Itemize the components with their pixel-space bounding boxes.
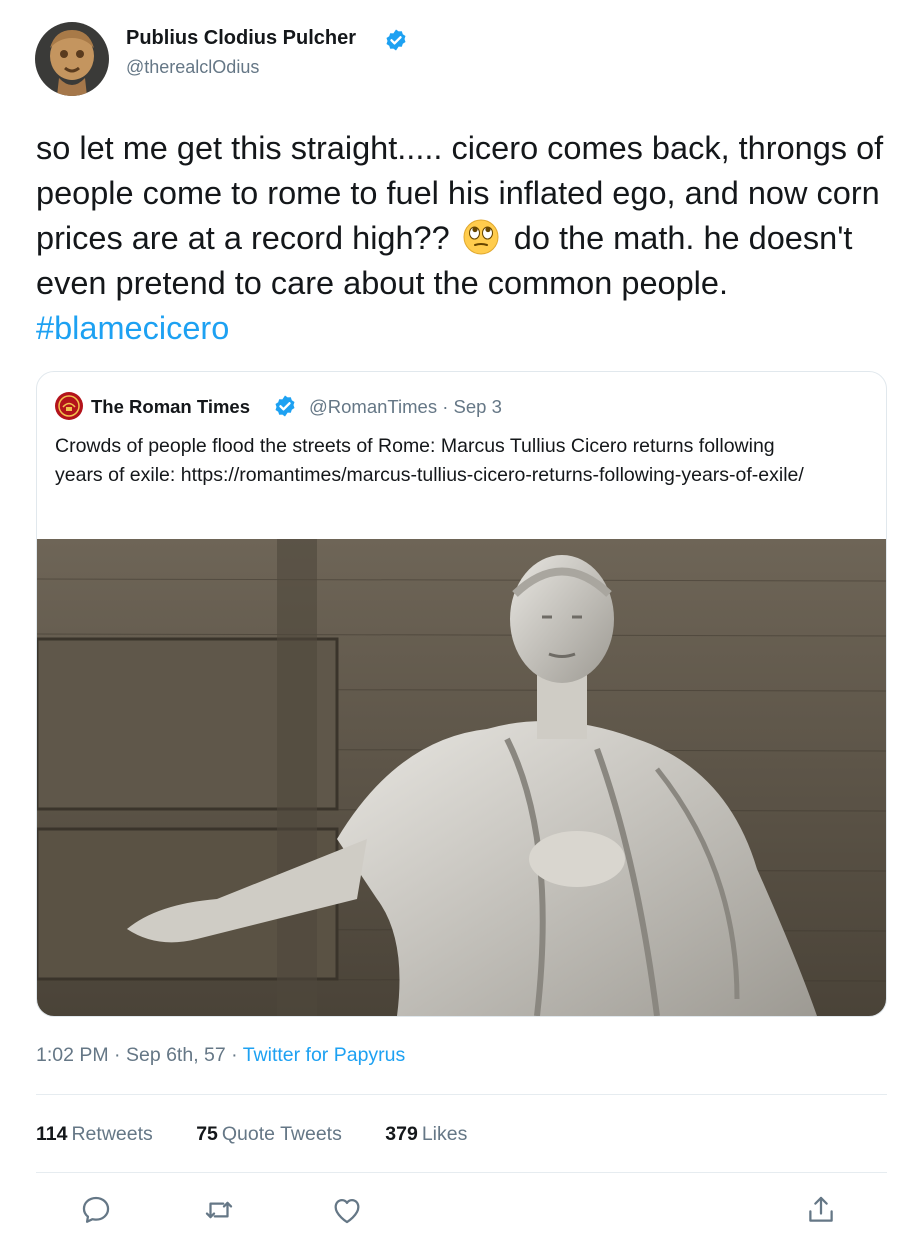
quote-tweets-count: 75 [196,1123,218,1145]
quoted-handle-date: @RomanTimes · Sep 3 [309,396,502,417]
retweets-stat[interactable]: 114 Retweets [36,1123,153,1146]
like-button[interactable] [330,1193,364,1227]
share-button[interactable] [804,1193,838,1227]
avatar[interactable] [35,22,109,96]
retweet-button[interactable] [202,1193,236,1227]
author-name[interactable]: Publius Clodius Pulcher [126,27,356,50]
likes-label: Likes [421,1123,468,1145]
cicero-statue-image[interactable] [37,539,886,1016]
reply-icon [82,1196,110,1223]
quoted-author-name[interactable]: The Roman Times [91,396,250,418]
quote-tweets-stat[interactable]: 75 Quote Tweets [196,1123,342,1146]
tweet-date[interactable]: Sep 6th, 57 [126,1044,226,1066]
author-handle[interactable]: @therealclOdius [126,57,259,78]
tweet: Publius Clodius Pulcher @therealclOdius … [0,0,897,1249]
roman-times-logo-icon [55,392,83,420]
share-icon [809,1196,833,1222]
tweet-text: so let me get this straight..... cicero … [36,126,886,351]
quoted-text: Crowds of people flood the streets of Ro… [55,435,804,486]
likes-stat[interactable]: 379 Likes [385,1123,467,1146]
tweet-source[interactable]: Twitter for Papyrus [243,1044,406,1066]
divider [36,1172,887,1173]
tweet-meta: 1:02 PM · Sep 6th, 57 · Twitter for Papy… [36,1044,406,1066]
retweet-icon [205,1201,233,1219]
quoted-tweet[interactable]: The Roman Times @RomanTimes · Sep 3 Crow… [36,371,887,1017]
tweet-stats: 114 Retweets 75 Quote Tweets 379 Likes [36,1123,505,1146]
hashtag-link[interactable]: #blamecicero [36,310,229,346]
like-icon [334,1198,360,1224]
reply-button[interactable] [79,1193,113,1227]
quote-tweets-label: Quote Tweets [221,1123,342,1145]
quoted-handle[interactable]: @RomanTimes [309,396,437,417]
quoted-verified-badge-icon [273,394,297,418]
quoted-date[interactable]: Sep 3 [454,396,502,417]
likes-count: 379 [385,1123,418,1145]
divider [36,1094,887,1095]
tweet-time[interactable]: 1:02 PM [36,1044,109,1066]
rolling-eyes-emoji-icon [463,219,499,255]
verified-badge-icon [384,28,408,52]
retweets-label: Retweets [71,1123,153,1145]
retweets-count: 114 [36,1123,68,1145]
